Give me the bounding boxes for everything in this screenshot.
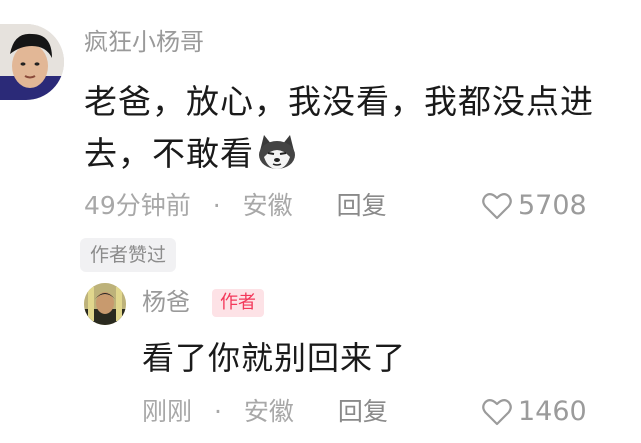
- reply-comment-like-button[interactable]: 1460: [482, 392, 587, 432]
- main-comment-location: 安徽: [242, 191, 293, 220]
- main-comment-username[interactable]: 疯狂小杨哥: [84, 26, 204, 58]
- main-comment-avatar[interactable]: [0, 24, 64, 100]
- main-comment-like-button[interactable]: 5708: [482, 186, 587, 226]
- author-liked-badge: 作者赞过: [80, 238, 177, 272]
- main-comment-reply-button[interactable]: 回复: [337, 186, 387, 226]
- heart-icon: [482, 193, 512, 220]
- reply-comment-avatar[interactable]: [84, 283, 126, 325]
- meta-separator: ·: [212, 191, 221, 220]
- heart-icon: [482, 399, 512, 426]
- main-comment-time: 49分钟前: [84, 191, 191, 220]
- reply-comment-location: 安徽: [243, 397, 294, 426]
- main-comment-like-count: 5708: [518, 190, 587, 221]
- main-comment-text: 老爸，放心，我没看，我都没点进去，不敢看: [84, 76, 629, 180]
- avatar-image: [0, 24, 64, 100]
- reply-comment-like-count: 1460: [518, 396, 587, 427]
- reply-comment-text: 看了你就别回来了: [142, 339, 407, 377]
- reply-comment-meta: 刚刚 · 安徽 回复: [142, 392, 388, 432]
- reply-comment-time: 刚刚: [142, 397, 193, 426]
- author-badge: 作者: [212, 289, 264, 317]
- husky-dog-emoji-icon: [256, 133, 298, 171]
- reply-comment-reply-button[interactable]: 回复: [338, 397, 388, 426]
- main-comment-text-content: 老爸，放心，我没看，我都没点进去，不敢看: [84, 82, 594, 173]
- meta-separator: ·: [213, 397, 222, 426]
- main-comment-meta: 49分钟前 · 安徽 回复: [84, 186, 387, 226]
- avatar-image: [84, 283, 126, 325]
- reply-comment-username[interactable]: 杨爸: [142, 284, 190, 320]
